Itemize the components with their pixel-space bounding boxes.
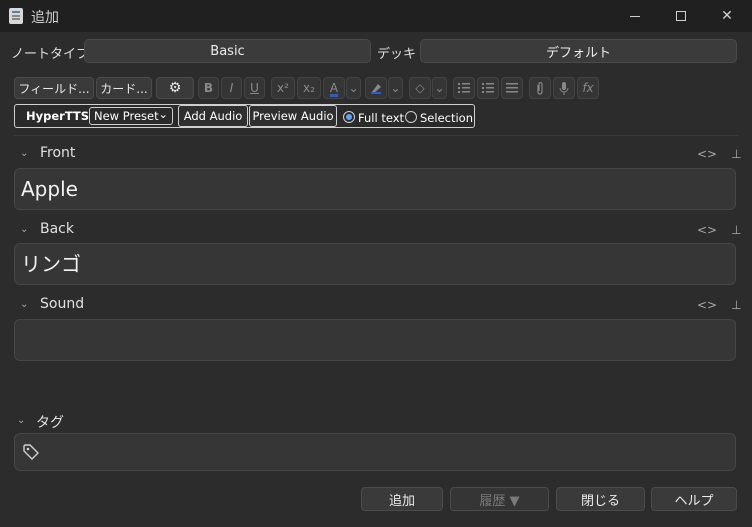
bold-button[interactable]: B [198,77,219,99]
eraser-button[interactable]: ◇ [409,77,431,99]
mathjax-button[interactable]: fx [577,77,599,99]
collapse-front-icon[interactable]: ⌄ [20,148,28,159]
notetype-label: ノートタイプ [11,47,90,62]
tag-icon [23,444,39,460]
align-icon [506,83,518,93]
text-color-icon: A [329,81,339,95]
eraser-dropdown[interactable]: ⌄ [432,77,447,99]
subscript-icon: x₂ [303,81,315,95]
html-editor-toggle-icon[interactable]: <> [697,147,717,161]
window-title: 追加 [31,10,59,26]
microphone-icon [559,81,569,95]
notetype-selector[interactable]: Basic [84,39,371,63]
field-label-back: Back [40,221,74,237]
field-tools-sound: <> ⊥ [697,298,742,312]
hypertts-bar: HyperTTS New Preset ⌄ Add Audio Preview … [14,104,475,128]
field-editor-back[interactable]: リンゴ [14,243,736,285]
ordered-list-icon [482,83,494,93]
italic-button[interactable]: I [221,77,242,99]
title-bar: 追加 ✕ [0,0,752,32]
collapse-back-icon[interactable]: ⌄ [20,224,28,235]
history-button[interactable]: 履歴 ▼ [450,487,549,511]
full-text-radio[interactable] [343,111,355,123]
maximize-button[interactable] [658,0,704,32]
cards-button[interactable]: カード... [96,77,152,99]
chevron-down-icon: ⌄ [390,81,401,95]
hypertts-label: HyperTTS [26,109,90,123]
divider [14,135,738,136]
field-editor-front[interactable]: Apple [14,168,736,210]
align-button[interactable] [501,77,523,99]
gear-icon: ⚙ [168,80,182,96]
preview-audio-button[interactable]: Preview Audio [249,105,337,127]
attach-button[interactable] [529,77,551,99]
tags-label: タグ [36,415,64,431]
add-button[interactable]: 追加 [361,487,443,511]
pin-icon[interactable]: ⊥ [731,298,741,312]
preset-select[interactable]: New Preset ⌄ [89,107,173,125]
field-label-sound: Sound [40,296,85,312]
pin-icon[interactable]: ⊥ [731,147,741,161]
highlight-button[interactable] [365,77,387,99]
tag-editor[interactable] [14,433,736,471]
app-icon [9,8,23,24]
maximize-icon [676,11,686,21]
selection-radio[interactable] [405,111,417,123]
underline-icon: U [250,81,259,95]
chevron-down-icon: ⌄ [158,107,168,121]
field-editor-sound[interactable] [14,319,736,361]
text-color-dropdown[interactable]: ⌄ [346,77,361,99]
minimize-icon [630,15,640,17]
italic-icon: I [229,81,234,95]
options-button[interactable]: ⚙ [156,77,194,99]
bold-icon: B [203,81,214,95]
ordered-list-button[interactable] [477,77,499,99]
eraser-icon: ◇ [415,81,425,95]
field-label-front: Front [40,145,76,161]
record-audio-button[interactable] [553,77,575,99]
subscript-button[interactable]: x₂ [297,77,321,99]
field-tools-back: <> ⊥ [697,223,742,237]
superscript-icon: x² [277,81,289,95]
chevron-down-icon: ⌄ [434,81,445,95]
chevron-down-icon: ⌄ [348,81,359,95]
close-window-button[interactable]: ✕ [704,0,750,32]
unordered-list-icon [458,83,470,93]
html-editor-toggle-icon[interactable]: <> [697,298,717,312]
unordered-list-button[interactable] [453,77,475,99]
pin-icon[interactable]: ⊥ [731,223,741,237]
text-color-button[interactable]: A [323,77,345,99]
close-icon: ✕ [721,8,733,24]
collapse-sound-icon[interactable]: ⌄ [20,299,28,310]
highlight-dropdown[interactable]: ⌄ [388,77,403,99]
highlighter-icon [371,84,381,94]
field-tools-front: <> ⊥ [697,147,742,161]
add-audio-button[interactable]: Add Audio [178,105,248,127]
underline-button[interactable]: U [244,77,265,99]
preset-value: New Preset [94,109,159,123]
close-button[interactable]: 閉じる [556,487,645,511]
fields-button[interactable]: フィールド... [14,77,94,99]
html-editor-toggle-icon[interactable]: <> [697,223,717,237]
superscript-button[interactable]: x² [271,77,295,99]
deck-selector[interactable]: デフォルト [420,39,737,63]
full-text-label: Full text [358,111,405,125]
deck-label: デッキ [377,47,417,62]
minimize-button[interactable] [612,0,658,32]
paperclip-icon [537,81,543,95]
function-icon: fx [582,81,594,95]
help-button[interactable]: ヘルプ [651,487,737,511]
collapse-tags-icon[interactable]: ⌄ [17,415,25,426]
selection-label: Selection [420,111,473,125]
